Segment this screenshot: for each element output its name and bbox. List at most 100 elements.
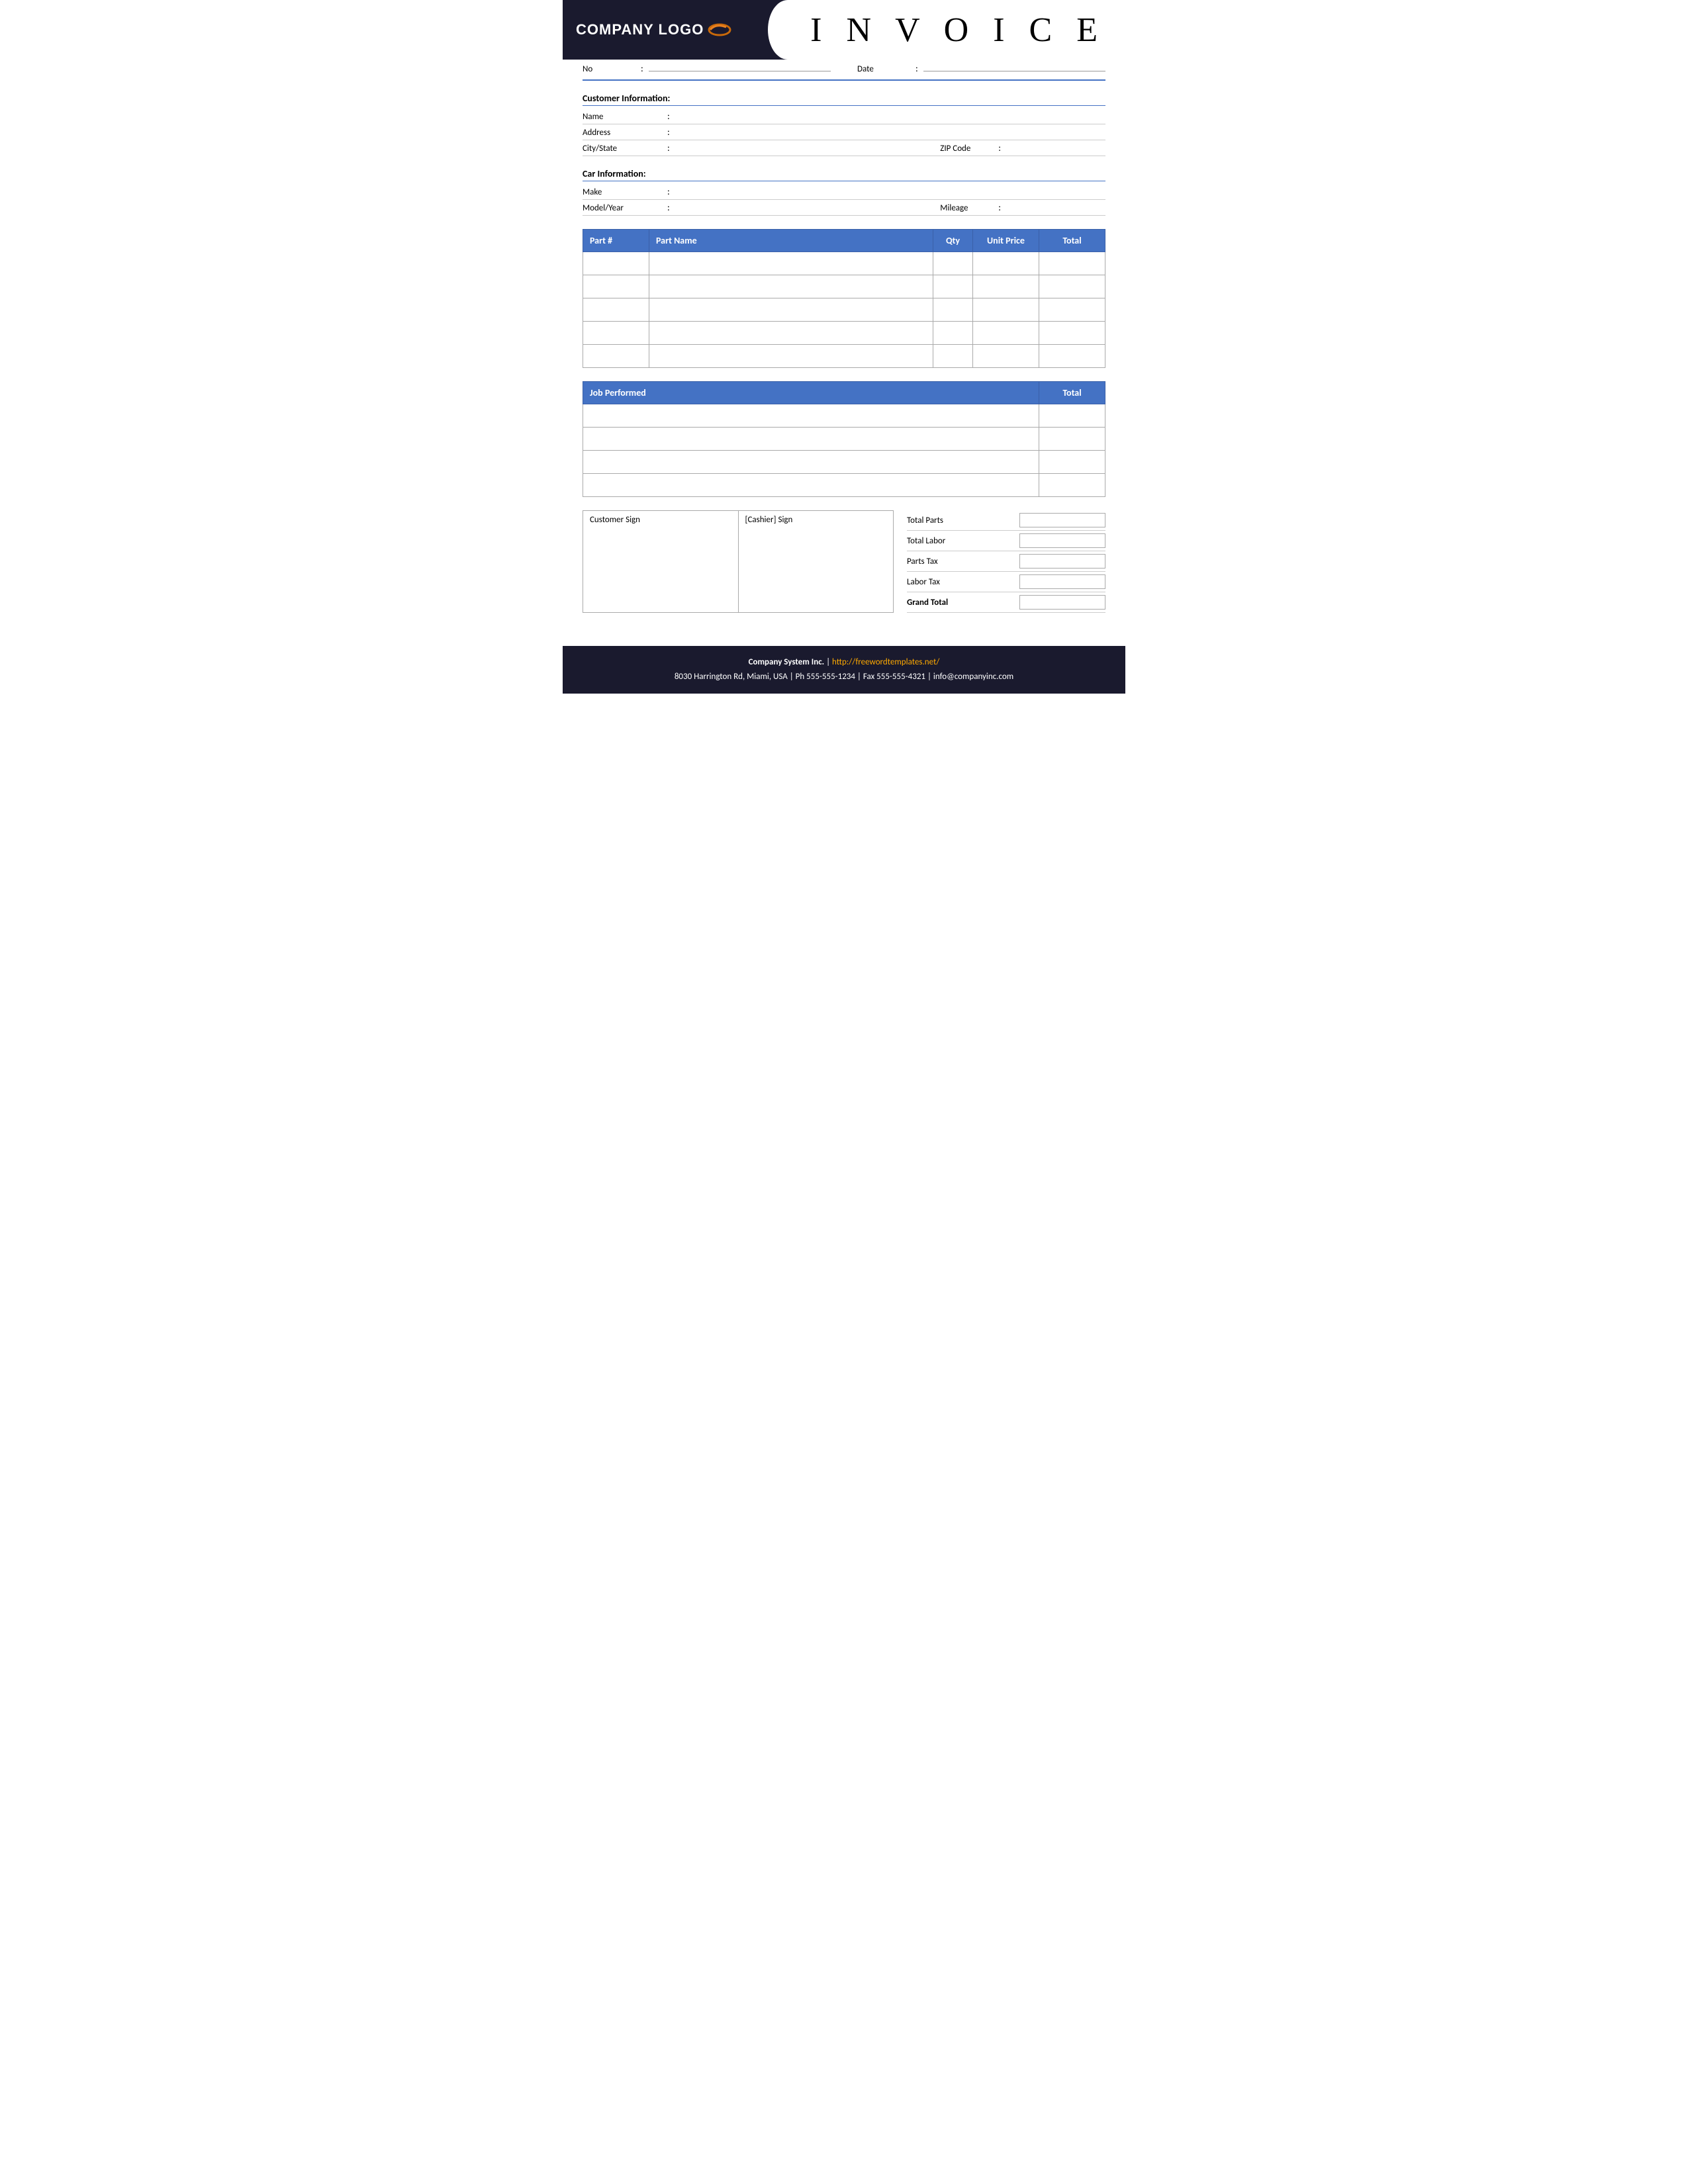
part-num-cell[interactable] — [583, 298, 649, 322]
invoice-title: I N V O I C E — [810, 11, 1105, 50]
table-row — [583, 252, 1105, 275]
logo-text: COMPANY LOGO — [576, 21, 704, 38]
part-name-cell[interactable] — [649, 298, 933, 322]
no-value[interactable] — [649, 60, 831, 71]
table-row — [583, 345, 1105, 368]
part-num-cell[interactable] — [583, 252, 649, 275]
table-row — [583, 451, 1105, 474]
car-info-title: Car Information: — [583, 168, 1105, 181]
footer: Company System Inc. | http://freewordtem… — [563, 646, 1125, 694]
qty-cell[interactable] — [933, 345, 973, 368]
footer-sep: | — [826, 657, 832, 667]
job-total-cell[interactable] — [1039, 474, 1105, 497]
main-content: No : Date : Customer Information: Name :… — [563, 60, 1125, 626]
table-row — [583, 474, 1105, 497]
labor-tax-value[interactable] — [1019, 574, 1105, 589]
model-field: Model/Year : — [583, 202, 920, 213]
grand-total-label: Grand Total — [907, 598, 1013, 608]
model-year-label: Model/Year — [583, 203, 662, 213]
parts-col-qty: Qty — [933, 230, 973, 252]
unit-price-cell[interactable] — [973, 298, 1039, 322]
no-colon: : — [641, 63, 643, 74]
job-desc-cell[interactable] — [583, 474, 1039, 497]
total-cell[interactable] — [1039, 275, 1105, 298]
qty-cell[interactable] — [933, 298, 973, 322]
cashier-sign-label: [Cashier] Sign — [745, 515, 887, 525]
unit-price-cell[interactable] — [973, 252, 1039, 275]
job-total-cell[interactable] — [1039, 451, 1105, 474]
grand-total-value[interactable] — [1019, 595, 1105, 610]
parts-table: Part # Part Name Qty Unit Price Total — [583, 229, 1105, 368]
footer-website[interactable]: http://freewordtemplates.net/ — [832, 657, 939, 667]
total-parts-row: Total Parts — [907, 510, 1105, 531]
make-label: Make — [583, 187, 662, 197]
job-total-cell[interactable] — [1039, 428, 1105, 451]
customer-city-zip-row: City/State : ZIP Code : — [583, 140, 1105, 156]
grand-total-row: Grand Total — [907, 592, 1105, 613]
parts-col-price: Unit Price — [973, 230, 1039, 252]
zip-field: ZIP Code : — [940, 142, 1105, 154]
car-make-row: Make : — [583, 184, 1105, 200]
customer-name-row: Name : — [583, 109, 1105, 124]
total-cell[interactable] — [1039, 345, 1105, 368]
job-table: Job Performed Total — [583, 381, 1105, 497]
total-cell[interactable] — [1039, 252, 1105, 275]
unit-price-cell[interactable] — [973, 322, 1039, 345]
parts-tax-value[interactable] — [1019, 554, 1105, 569]
unit-price-cell[interactable] — [973, 345, 1039, 368]
qty-cell[interactable] — [933, 322, 973, 345]
date-colon: : — [915, 63, 918, 74]
job-col-job: Job Performed — [583, 382, 1039, 404]
job-desc-cell[interactable] — [583, 428, 1039, 451]
part-name-cell[interactable] — [649, 345, 933, 368]
job-desc-cell[interactable] — [583, 451, 1039, 474]
parts-tax-row: Parts Tax — [907, 551, 1105, 572]
bottom-section: Customer Sign [Cashier] Sign Total Parts… — [583, 510, 1105, 613]
address-label: Address — [583, 128, 662, 138]
qty-cell[interactable] — [933, 275, 973, 298]
parts-col-total: Total — [1039, 230, 1105, 252]
unit-price-cell[interactable] — [973, 275, 1039, 298]
date-value[interactable] — [923, 60, 1105, 71]
zip-label: ZIP Code — [940, 144, 993, 154]
total-labor-label: Total Labor — [907, 536, 1013, 546]
no-label: No — [583, 64, 635, 74]
cashier-sign-box[interactable]: [Cashier] Sign — [738, 510, 894, 613]
header: COMPANY LOGO I N V O I C E — [563, 0, 1125, 60]
parts-col-name: Part Name — [649, 230, 933, 252]
logo-icon — [708, 18, 731, 42]
part-name-cell[interactable] — [649, 252, 933, 275]
table-row — [583, 428, 1105, 451]
total-labor-value[interactable] — [1019, 533, 1105, 548]
total-labor-row: Total Labor — [907, 531, 1105, 551]
part-name-cell[interactable] — [649, 275, 933, 298]
footer-line2: 8030 Harrington Rd, Miami, USA | Ph 555-… — [576, 670, 1112, 684]
invoice-no-field: No : — [583, 60, 831, 77]
table-row — [583, 404, 1105, 428]
total-parts-value[interactable] — [1019, 513, 1105, 527]
car-model-mileage-row: Model/Year : Mileage : — [583, 200, 1105, 216]
company-logo: COMPANY LOGO — [576, 18, 731, 42]
part-num-cell[interactable] — [583, 322, 649, 345]
date-label: Date — [857, 64, 910, 74]
customer-information-section: Customer Information: Name : Address : C… — [583, 93, 1105, 156]
totals-section: Total Parts Total Labor Parts Tax Labor … — [907, 510, 1105, 613]
customer-sign-box[interactable]: Customer Sign — [583, 510, 738, 613]
header-title-area: I N V O I C E — [788, 0, 1125, 60]
signatures-area: Customer Sign [Cashier] Sign — [583, 510, 894, 613]
labor-tax-label: Labor Tax — [907, 577, 1013, 587]
part-num-cell[interactable] — [583, 275, 649, 298]
customer-info-title: Customer Information: — [583, 93, 1105, 106]
part-num-cell[interactable] — [583, 345, 649, 368]
qty-cell[interactable] — [933, 252, 973, 275]
parts-tax-label: Parts Tax — [907, 557, 1013, 567]
car-information-section: Car Information: Make : Model/Year : Mil… — [583, 168, 1105, 216]
job-desc-cell[interactable] — [583, 404, 1039, 428]
parts-col-part: Part # — [583, 230, 649, 252]
part-name-cell[interactable] — [649, 322, 933, 345]
total-cell[interactable] — [1039, 322, 1105, 345]
job-total-cell[interactable] — [1039, 404, 1105, 428]
table-row — [583, 275, 1105, 298]
city-field: City/State : — [583, 142, 920, 154]
total-cell[interactable] — [1039, 298, 1105, 322]
